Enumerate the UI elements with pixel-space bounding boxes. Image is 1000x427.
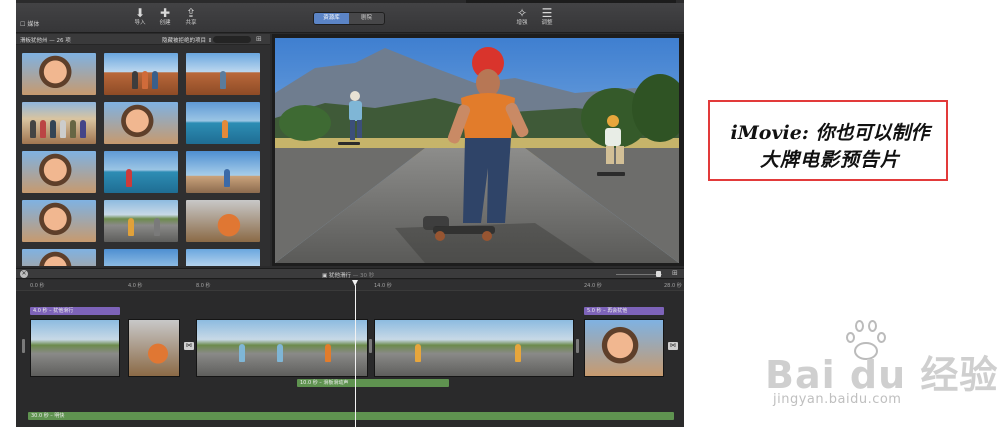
clip-thumbnail[interactable] xyxy=(104,102,178,144)
music-track[interactable]: 30.0 秒 – 明快 xyxy=(28,412,674,420)
project-name: 犹他滑行 xyxy=(328,273,351,279)
ruler-tick: 28.0 秒 xyxy=(664,283,682,289)
clip-thumbnail[interactable] xyxy=(22,200,96,242)
clip-thumbnail[interactable] xyxy=(186,102,260,144)
film-icon: ▣ xyxy=(322,273,328,279)
clip-handle[interactable] xyxy=(576,339,579,353)
ruler-tick: 14.0 秒 xyxy=(374,283,392,289)
project-title: ▣ 犹他滑行 — 30 秒 xyxy=(322,271,374,279)
viewer xyxy=(272,34,684,266)
caption-line-2: 大牌电影预告片 xyxy=(759,149,900,171)
watermark-url: jingyan.baidu.com xyxy=(773,392,902,407)
timeline-clip[interactable] xyxy=(374,319,574,377)
watermark-brand: Bai du 经验 xyxy=(765,353,999,397)
share-label: 共享 xyxy=(185,20,197,26)
viewer-image xyxy=(275,38,679,263)
share-icon: ⇪ xyxy=(185,6,197,20)
clip-thumbnail[interactable] xyxy=(104,151,178,193)
clip-thumbnail[interactable] xyxy=(186,200,260,242)
clip-thumbnail[interactable] xyxy=(186,53,260,95)
timeline-header: ✕ ▣ 犹他滑行 — 30 秒 ⊞ xyxy=(16,268,684,279)
browser-grid-icon[interactable]: ⊞ xyxy=(256,35,262,43)
toolbar: ☐ 媒体 ⬇ 导入 ✚ 创建 ⇪ 共享 资源库 剧院 ✧ 增强 ☰ 调整 xyxy=(16,3,684,33)
clip-handle[interactable] xyxy=(369,339,372,353)
transition-icon[interactable]: ⋈ xyxy=(184,342,194,350)
adjust-button[interactable]: ☰ 调整 xyxy=(532,7,562,27)
playhead[interactable] xyxy=(355,285,356,427)
clip-thumbnail[interactable] xyxy=(104,53,178,95)
clip-thumbnail[interactable] xyxy=(22,53,96,95)
timeline-clip[interactable] xyxy=(196,319,368,377)
caption-box: iMovie: 你也可以制作 大牌电影预告片 xyxy=(708,100,948,181)
project-duration: — 30 秒 xyxy=(352,273,375,279)
title-clip[interactable]: 4.0 秒 – 犹他滑行 xyxy=(30,307,120,315)
search-field[interactable] xyxy=(213,36,251,43)
clip-handle[interactable] xyxy=(22,339,25,353)
screenshot: ☐ 媒体 ⬇ 导入 ✚ 创建 ⇪ 共享 资源库 剧院 ✧ 增强 ☰ 调整 滑板犹… xyxy=(0,0,1000,427)
clip-thumbnail[interactable] xyxy=(186,151,260,193)
view-segmented-control: 资源库 剧院 xyxy=(313,12,385,25)
ruler-tick: 0.0 秒 xyxy=(30,283,45,289)
timeline-clip[interactable] xyxy=(30,319,120,377)
event-title: 滑板犹他州 — 26 项 xyxy=(20,38,71,44)
caption-line-1: iMovie: 你也可以制作 xyxy=(730,122,930,144)
timeline-clip[interactable] xyxy=(584,319,664,377)
clip-thumbnail[interactable] xyxy=(186,249,260,266)
library-label: 媒体 xyxy=(27,21,40,28)
ruler-tick: 4.0 秒 xyxy=(128,283,143,289)
close-icon[interactable]: ✕ xyxy=(20,270,28,278)
media-browser: 滑板犹他州 — 26 项 隐藏被拒绝的项目 ⇕ ⊞ xyxy=(16,34,270,266)
share-button[interactable]: ⇪ 共享 xyxy=(176,7,206,27)
audio-clip[interactable]: 10.0 秒 – 滑板滑动声 xyxy=(297,379,449,387)
timeline-clip[interactable] xyxy=(128,319,180,377)
zoom-slider-knob[interactable] xyxy=(656,271,661,277)
clip-thumbnail[interactable] xyxy=(22,102,96,144)
filter-popup[interactable]: 隐藏被拒绝的项目 ⇕ xyxy=(162,36,212,44)
ruler-tick: 8.0 秒 xyxy=(196,283,211,289)
library-toggle[interactable]: ☐ 媒体 xyxy=(20,19,39,28)
clip-thumbnail[interactable] xyxy=(22,151,96,193)
clip-thumbnail[interactable] xyxy=(22,249,96,266)
timeline-settings-icon[interactable]: ⊞ xyxy=(672,269,678,277)
baidu-watermark: Bai du 经验 jingyan.baidu.com xyxy=(765,320,997,410)
ruler-tick: 24.0 秒 xyxy=(584,283,602,289)
timeline-ruler: 0.0 秒 4.0 秒 8.0 秒 14.0 秒 24.0 秒 28.0 秒 xyxy=(16,280,684,291)
adjust-label: 调整 xyxy=(541,20,553,26)
viewer-frame[interactable] xyxy=(275,38,679,263)
timeline[interactable]: 0.0 秒 4.0 秒 8.0 秒 14.0 秒 24.0 秒 28.0 秒 4… xyxy=(16,280,684,427)
title-clip[interactable]: 5.0 秒 – 再会犹他 xyxy=(584,307,664,315)
sliders-icon: ☰ xyxy=(541,6,553,20)
segment-theater[interactable]: 剧院 xyxy=(349,13,384,24)
transition-icon[interactable]: ⋈ xyxy=(668,342,678,350)
browser-header: 滑板犹他州 — 26 项 隐藏被拒绝的项目 ⇕ ⊞ xyxy=(16,34,270,45)
imovie-window: ☐ 媒体 ⬇ 导入 ✚ 创建 ⇪ 共享 资源库 剧院 ✧ 增强 ☰ 调整 滑板犹… xyxy=(16,0,684,427)
clip-thumbnail[interactable] xyxy=(104,200,178,242)
library-icon: ☐ xyxy=(20,21,26,28)
segment-media[interactable]: 资源库 xyxy=(314,13,349,24)
clip-thumbnail[interactable] xyxy=(104,249,178,266)
